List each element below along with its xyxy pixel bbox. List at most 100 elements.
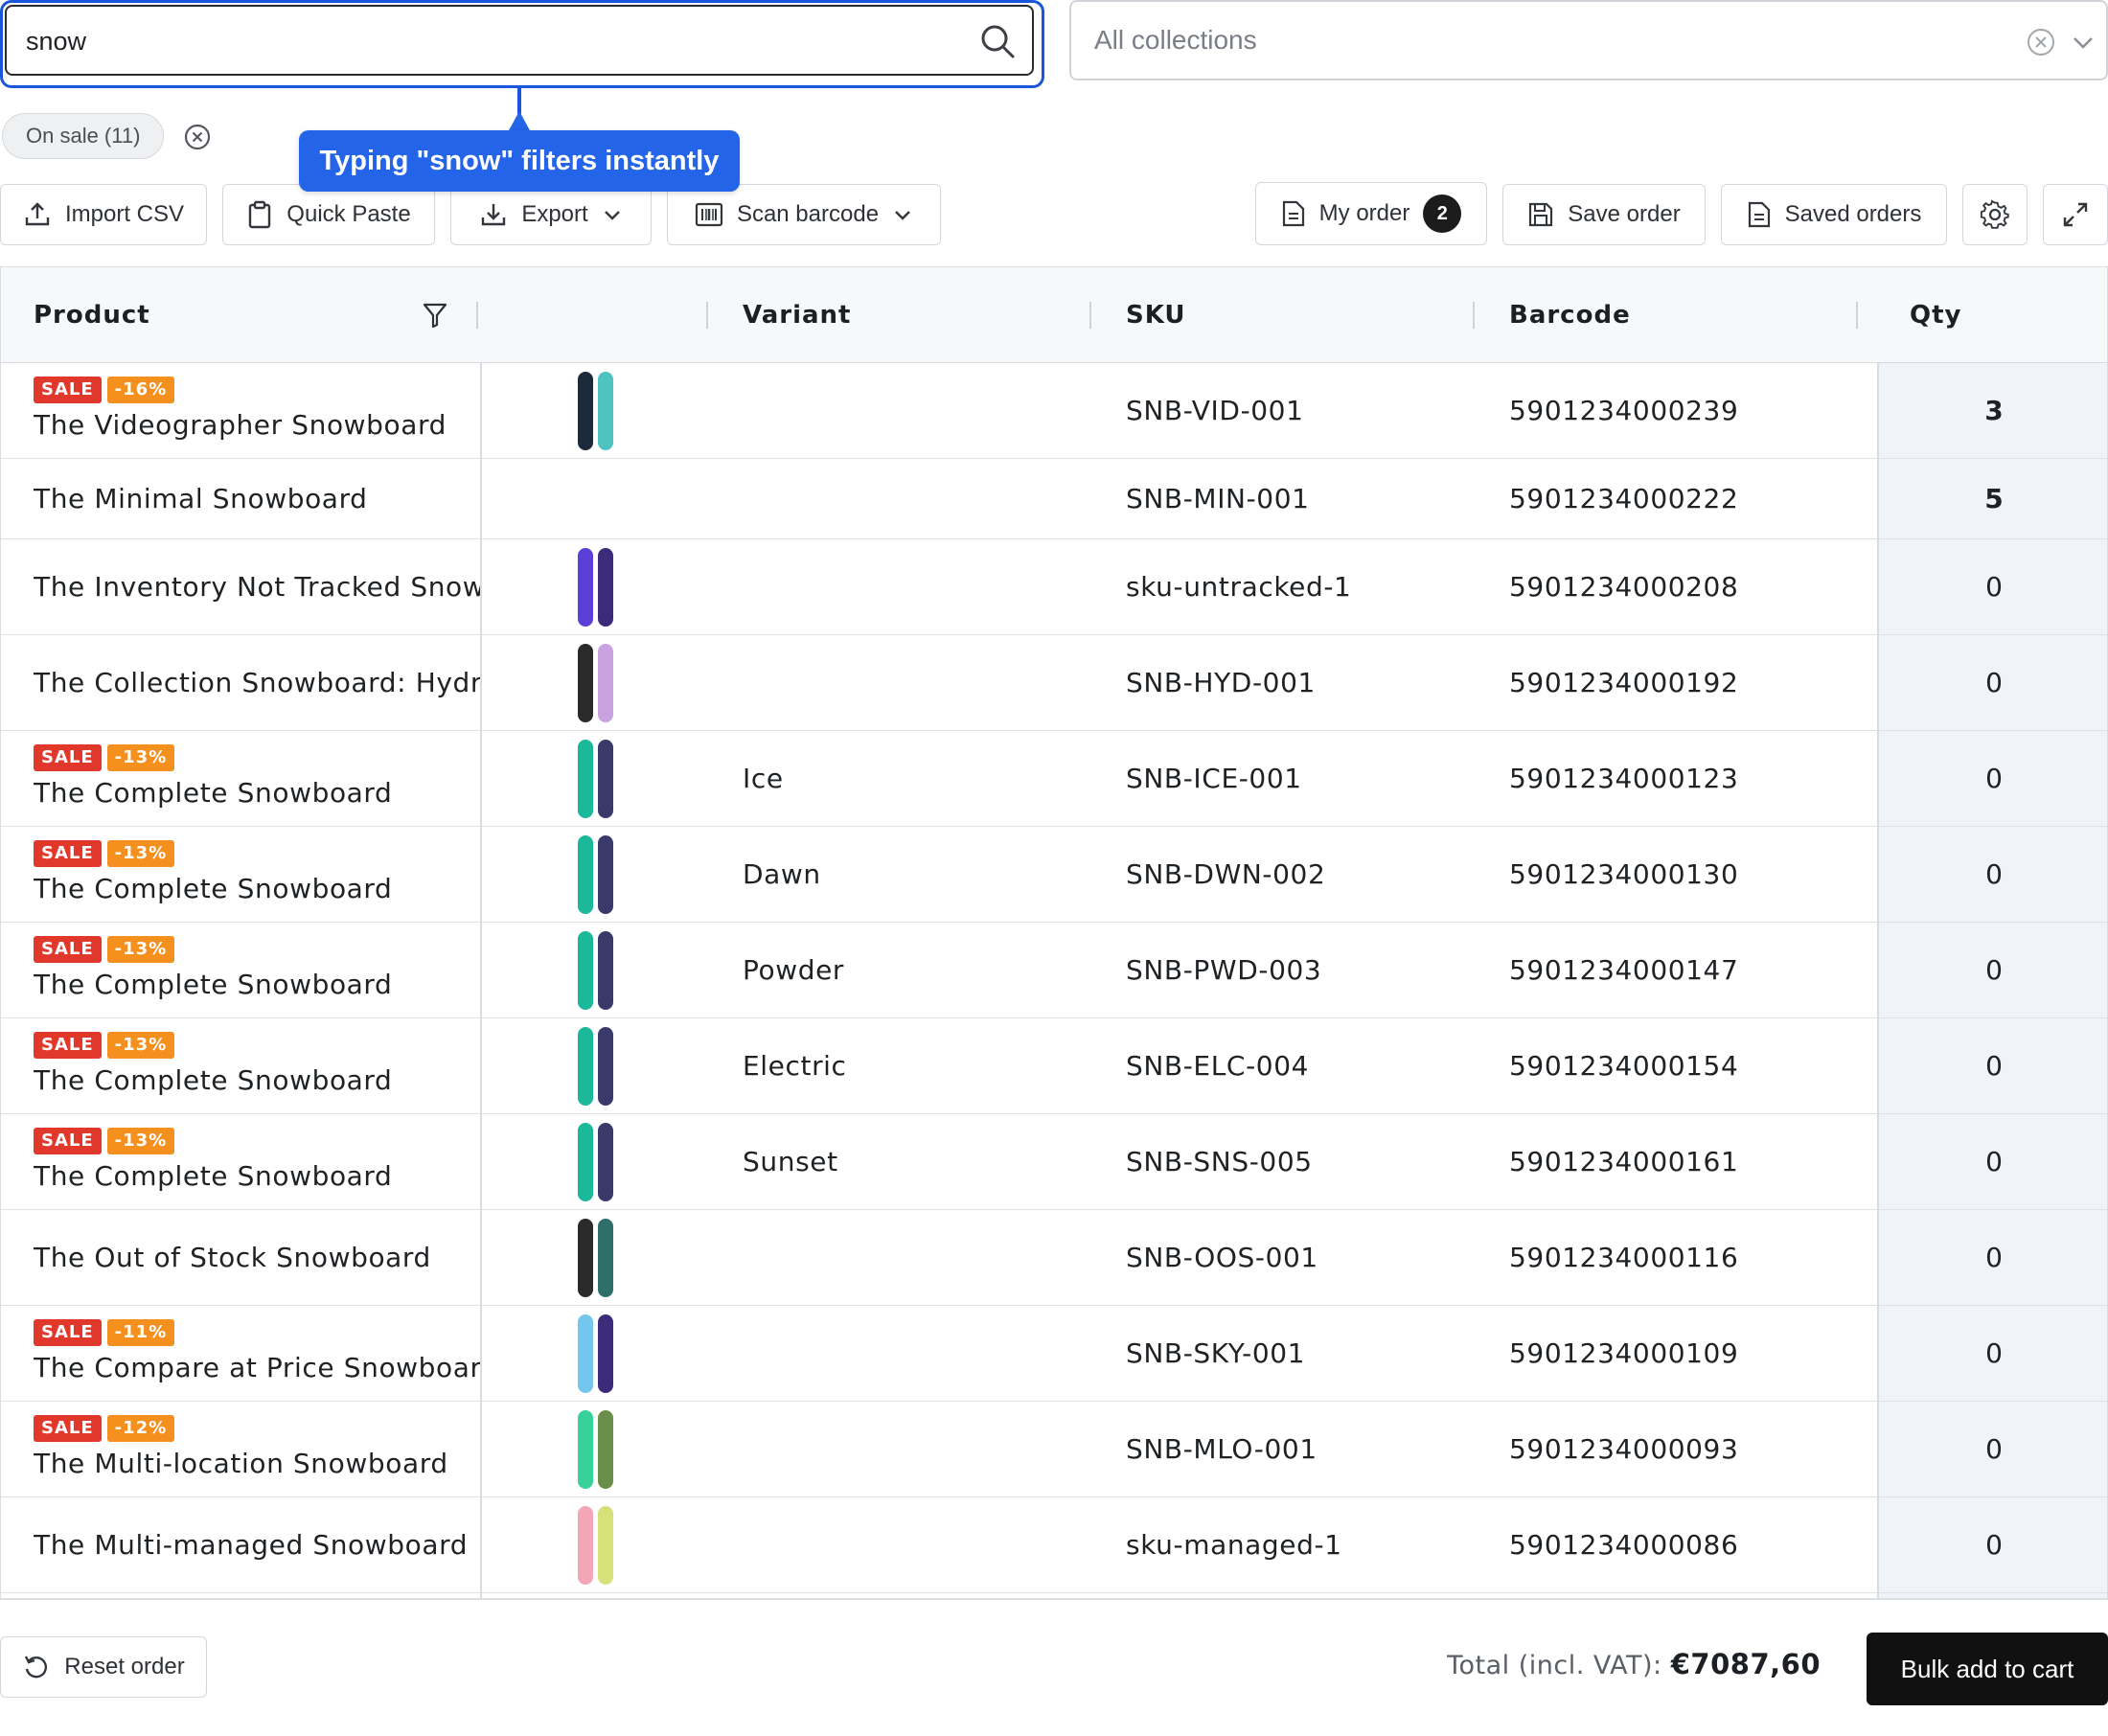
filter-chip-label: On sale (11) [26,124,141,148]
quick-paste-button[interactable]: Quick Paste [222,184,435,245]
column-header-sku[interactable]: SKU [1126,267,1186,363]
search-input[interactable] [26,20,927,62]
table-row[interactable]: SALE -11% The Compare at Price Snowboard SN… [1,1306,2107,1402]
product-cell: The Collection Snowboard: Hydro [34,667,480,698]
variant-cell: Sunset [743,1146,838,1177]
product-name[interactable]: The Collection Snowboard: Hydro [34,667,480,698]
clear-icon[interactable] [2026,27,2056,57]
filter-icon[interactable] [423,302,447,329]
table-row[interactable]: The Out of Stock Snowboard SNB-OOS-001 590… [1,1210,2107,1306]
sku-cell: SNB-ELC-004 [1126,1050,1310,1082]
bulk-add-label: Bulk add to cart [1900,1655,2074,1683]
product-cell: The Out of Stock Snowboard [34,1242,480,1273]
qty-input[interactable]: 3 [1965,395,2023,426]
reset-order-button[interactable]: Reset order [0,1636,207,1698]
column-header-product[interactable]: Product [34,267,150,363]
product-name[interactable]: The Complete Snowboard [34,777,480,809]
table-row[interactable]: SALE -13% The Complete Snowboard Ice SNB-ICE… [1,731,2107,827]
clear-icon[interactable] [182,122,213,152]
variant-cell: Powder [743,954,845,986]
product-cell: SALE -11% The Compare at Price Snowboard [34,1319,480,1383]
my-order-count-badge: 2 [1423,194,1462,233]
table-row[interactable]: SALE -13% The Complete Snowboard Dawn SNB-DW… [1,827,2107,923]
barcode-icon [695,202,723,227]
product-name[interactable]: The Out of Stock Snowboard [34,1242,480,1273]
export-label: Export [521,201,588,227]
scan-barcode-label: Scan barcode [736,201,880,227]
import-csv-button[interactable]: Import CSV [0,184,207,245]
qty-input[interactable]: 0 [1965,858,2023,890]
table-row[interactable]: The Minimal Snowboard SNB-MIN-001 59012340… [1,459,2107,539]
qty-input[interactable]: 5 [1965,483,2023,514]
save-order-button[interactable]: Save order [1502,184,1706,245]
product-name[interactable]: The Complete Snowboard [34,969,480,1000]
reset-icon [25,1656,48,1679]
table-row[interactable]: SALE -12% The Multi-location Snowboard SNB-… [1,1402,2107,1497]
search-tooltip: Typing "snow" filters instantly [299,130,740,192]
discount-badge: -13% [106,840,175,867]
product-name[interactable]: The Complete Snowboard [34,1064,480,1096]
collections-select[interactable]: All collections [1069,0,2108,80]
qty-input[interactable]: 0 [1965,1050,2023,1082]
product-name[interactable]: The Complete Snowboard [34,873,480,904]
export-button[interactable]: Export [450,184,652,245]
product-thumbnail [578,740,613,818]
product-thumbnail [578,1314,613,1393]
column-header-variant[interactable]: Variant [743,267,851,363]
scan-barcode-button[interactable]: Scan barcode [667,184,941,245]
settings-button[interactable] [1962,184,2028,245]
saved-orders-button[interactable]: Saved orders [1721,184,1947,245]
qty-input[interactable]: 0 [1965,667,2023,698]
sale-badge: SALE [34,840,102,867]
product-name[interactable]: The Compare at Price Snowboard [34,1352,480,1383]
qty-input[interactable]: 0 [1965,1146,2023,1177]
tooltip-text: Typing "snow" filters instantly [319,146,720,176]
sale-badge: SALE [34,1319,102,1346]
product-name[interactable]: The Multi-managed Snowboard [34,1529,480,1561]
qty-input[interactable]: 0 [1965,1433,2023,1465]
product-name[interactable]: The Inventory Not Tracked Snowb [34,571,480,603]
qty-input[interactable]: 0 [1965,1337,2023,1369]
product-cell: The Multi-managed Snowboard [34,1529,480,1561]
qty-input[interactable]: 0 [1965,1242,2023,1273]
column-header-qty[interactable]: Qty [1910,267,1961,363]
product-thumbnail [578,372,613,450]
product-thumbnail [578,644,613,722]
table-row[interactable]: The Collection Snowboard: Hydro SNB-HYD-0… [1,635,2107,731]
product-name[interactable]: The Videographer Snowboard [34,409,480,441]
table-row[interactable]: The Inventory Not Tracked Snowb sku-untra… [1,539,2107,635]
chevron-down-icon[interactable] [2070,29,2097,56]
qty-input[interactable]: 0 [1965,954,2023,986]
table-row[interactable]: SALE -13% The Complete Snowboard Powder SNB-… [1,923,2107,1018]
sale-badge: SALE [34,1415,102,1442]
barcode-cell: 5901234000086 [1509,1529,1739,1561]
barcode-cell: 5901234000192 [1509,667,1739,698]
product-name[interactable]: The Multi-location Snowboard [34,1448,480,1479]
column-header-barcode[interactable]: Barcode [1509,267,1631,363]
qty-input[interactable]: 0 [1965,763,2023,794]
filter-chip-on-sale[interactable]: On sale (11) [2,113,165,159]
my-order-button[interactable]: My order 2 [1255,182,1487,245]
table-row[interactable]: SALE -16% The Videographer Snowboard SNB-VI… [1,363,2107,459]
table-row[interactable]: SALE -13% The Complete Snowboard Electric SN… [1,1018,2107,1114]
product-name[interactable]: The Complete Snowboard [34,1160,480,1192]
search-box[interactable] [0,0,1044,88]
barcode-cell: 5901234000116 [1509,1242,1739,1273]
table-row[interactable]: The Multi-managed Snowboard sku-managed-1… [1,1497,2107,1593]
sale-badge: SALE [34,1032,102,1059]
bulk-add-to-cart-button[interactable]: Bulk add to cart [1867,1633,2108,1705]
product-thumbnail [578,931,613,1010]
product-name[interactable]: The Minimal Snowboard [34,483,480,514]
sku-cell: SNB-ICE-001 [1126,763,1302,794]
sku-cell: SNB-OOS-001 [1126,1242,1318,1273]
search-icon[interactable] [978,22,1017,60]
product-cell: SALE -13% The Complete Snowboard [34,936,480,1000]
qty-input[interactable]: 0 [1965,1529,2023,1561]
barcode-cell: 5901234000208 [1509,571,1739,603]
import-csv-label: Import CSV [64,201,185,227]
collections-placeholder: All collections [1094,25,1257,55]
expand-button[interactable] [2043,184,2108,245]
qty-input[interactable]: 0 [1965,571,2023,603]
table-row[interactable]: SALE -13% The Complete Snowboard Sunset SNB-… [1,1114,2107,1210]
sku-cell: sku-managed-1 [1126,1529,1342,1561]
